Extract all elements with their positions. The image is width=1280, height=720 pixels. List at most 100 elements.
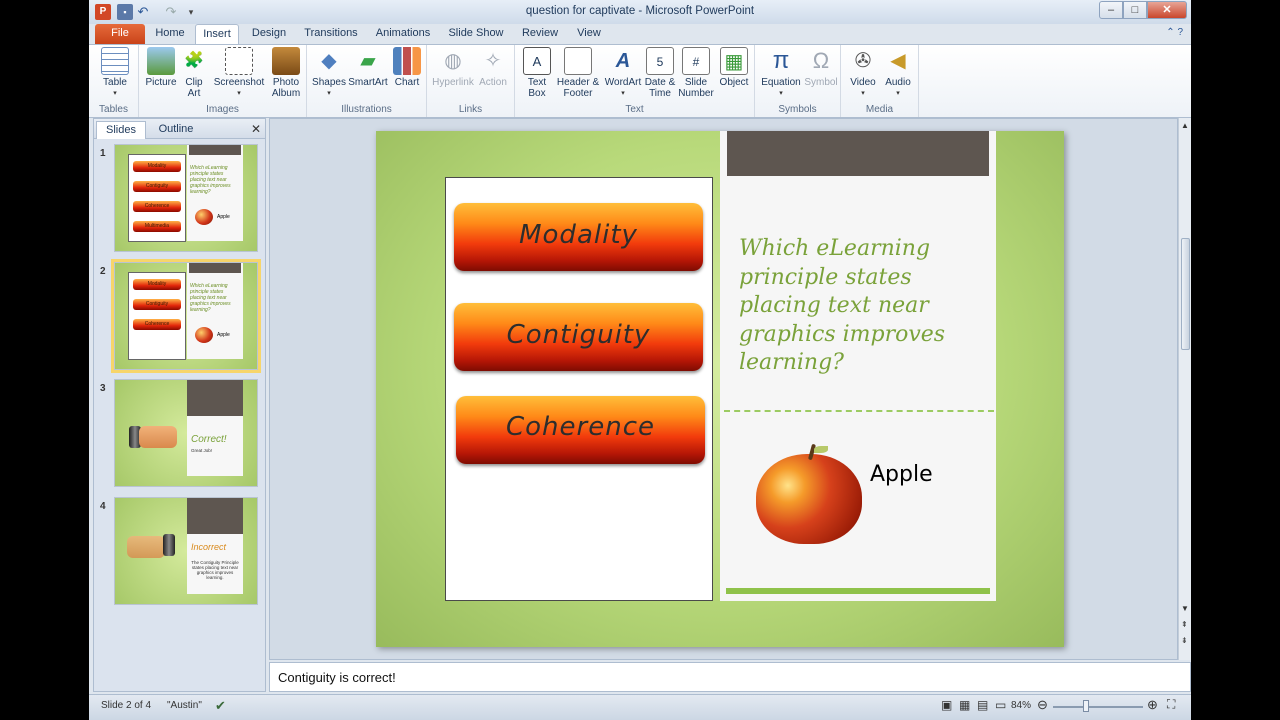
object-button[interactable]: ▦ Object xyxy=(717,47,751,88)
clip-art-button[interactable]: 🧩 Clip Art xyxy=(179,47,209,99)
tab-outline[interactable]: Outline xyxy=(148,121,204,139)
vertical-scrollbar[interactable]: ▲ ▼ ⇞ ⇟ xyxy=(1178,118,1191,660)
pi-icon: π xyxy=(772,47,790,74)
wordart-icon: A xyxy=(615,50,631,72)
screenshot-icon xyxy=(225,47,253,75)
apple-image[interactable] xyxy=(756,443,866,544)
date-time-button[interactable]: 5 Date & Time xyxy=(643,47,677,99)
slide-indicator: Slide 2 of 4 xyxy=(101,700,152,711)
answer-button-coherence[interactable]: Coherence xyxy=(456,396,705,464)
slide-number-icon: # xyxy=(682,47,710,75)
screenshot-button[interactable]: Screenshot ▾ xyxy=(211,47,267,99)
zoom-slider[interactable] xyxy=(1053,706,1143,708)
audio-button[interactable]: ◀ Audio ▾ xyxy=(881,47,915,99)
group-label-symbols: Symbols xyxy=(778,104,817,115)
tab-file[interactable]: File xyxy=(95,24,145,44)
fit-to-window-icon[interactable]: ⛶ xyxy=(1167,697,1175,712)
tab-home[interactable]: Home xyxy=(149,24,191,44)
equation-button[interactable]: π Equation ▾ xyxy=(759,47,803,99)
table-button[interactable]: Table ▾ xyxy=(98,47,132,99)
answer-button-modality[interactable]: Modality xyxy=(454,203,703,271)
shapes-button[interactable]: ◆ Shapes ▾ xyxy=(311,47,347,99)
answer-button-contiguity[interactable]: Contiguity xyxy=(454,303,703,371)
slide-thumbnail-4[interactable]: Incorrect The Contiguity Principle state… xyxy=(114,497,258,605)
wordart-button[interactable]: A WordArt ▾ xyxy=(603,47,643,99)
close-button[interactable]: ✕ xyxy=(1147,1,1187,19)
card-header xyxy=(187,498,243,534)
close-icon[interactable]: ✕ xyxy=(251,122,261,136)
answer-pill: Multimedia xyxy=(133,221,181,232)
tab-view[interactable]: View xyxy=(569,24,609,44)
theme-name: "Austin" xyxy=(167,700,202,711)
tab-review[interactable]: Review xyxy=(517,24,563,44)
slide-thumbnail-2[interactable]: Modality Contiguity Coherence Which eLea… xyxy=(111,259,261,373)
slide-number-button[interactable]: # Slide Number xyxy=(677,47,715,99)
sleeve-cuff xyxy=(163,534,175,556)
previous-slide-icon[interactable]: ⇞ xyxy=(1181,620,1188,629)
notes-pane[interactable]: Contiguity is correct! xyxy=(269,662,1191,692)
photo-album-button[interactable]: Photo Album xyxy=(267,47,305,99)
tab-animations[interactable]: Animations xyxy=(371,24,435,44)
action-icon: ✧ xyxy=(484,50,502,72)
question-card: Which eLearning principle states placing… xyxy=(187,145,243,241)
photo-album-icon xyxy=(272,47,300,75)
scroll-down-icon[interactable]: ▼ xyxy=(1181,604,1189,613)
reading-view-icon[interactable]: ▤ xyxy=(977,698,988,712)
symbol-button[interactable]: Ω Symbol xyxy=(803,47,839,88)
chevron-down-icon: ▾ xyxy=(861,90,865,97)
tab-slide-show[interactable]: Slide Show xyxy=(443,24,509,44)
picture-button[interactable]: Picture xyxy=(143,47,179,88)
zoom-level[interactable]: 84% xyxy=(1011,700,1031,711)
action-button[interactable]: ✧ Action xyxy=(475,47,511,88)
smartart-button[interactable]: ▰ SmartArt xyxy=(347,47,389,88)
table-icon xyxy=(101,47,129,75)
notes-text[interactable]: Contiguity is correct! xyxy=(278,670,396,685)
slide-number: 4 xyxy=(100,501,106,512)
video-label: Video xyxy=(850,77,876,88)
next-slide-icon[interactable]: ⇟ xyxy=(1181,636,1188,645)
text-box-button[interactable]: A Text Box xyxy=(519,47,555,99)
chart-button[interactable]: Chart xyxy=(391,47,423,88)
symbol-label: Symbol xyxy=(804,77,838,88)
question-text[interactable]: Which eLearning principle states placing… xyxy=(739,235,989,378)
shapes-icon: ◆ xyxy=(321,50,337,72)
tab-transitions[interactable]: Transitions xyxy=(297,24,365,44)
help-icon[interactable]: ⌃ ? xyxy=(1166,27,1183,38)
clip-art-icon: 🧩 xyxy=(184,52,204,69)
spell-check-icon[interactable]: ✔ xyxy=(215,698,226,714)
apple-label: Apple xyxy=(217,332,230,338)
omega-icon: Ω xyxy=(812,48,830,73)
tab-design[interactable]: Design xyxy=(245,24,293,44)
tab-slides[interactable]: Slides xyxy=(96,121,146,139)
header-footer-button[interactable]: Header & Footer xyxy=(555,47,601,99)
current-slide[interactable]: Modality Contiguity Coherence Which eLea… xyxy=(376,131,1064,647)
slide-thumbnail-1[interactable]: Modality Contiguity Coherence Multimedia… xyxy=(114,144,258,252)
header-footer-label: Header & Footer xyxy=(556,77,600,99)
slide-thumbnail-3[interactable]: Correct! Great Job! xyxy=(114,379,258,487)
tab-insert[interactable]: Insert xyxy=(195,24,239,44)
zoom-out-icon[interactable]: ⊖ xyxy=(1037,697,1048,713)
film-reel-icon: ✇ xyxy=(854,50,872,72)
ribbon-insert: Table ▾ Tables Picture 🧩 Clip Art Screen… xyxy=(89,44,1191,118)
smartart-icon: ▰ xyxy=(360,50,376,72)
maximize-button[interactable]: □ xyxy=(1123,1,1147,19)
zoom-in-icon[interactable]: ⊕ xyxy=(1147,697,1158,713)
scroll-up-icon[interactable]: ▲ xyxy=(1181,121,1189,130)
chart-icon xyxy=(393,47,421,75)
chevron-down-icon: ▾ xyxy=(237,90,241,97)
equation-label: Equation xyxy=(761,77,801,88)
slide-sorter-icon[interactable]: ▦ xyxy=(959,698,970,712)
card-header xyxy=(189,263,241,273)
powerpoint-window: P ▪ ↶ ↷ ▾ question for captivate - Micro… xyxy=(89,0,1191,720)
minimize-button[interactable]: – xyxy=(1099,1,1123,19)
calendar-icon: 5 xyxy=(646,47,674,75)
scroll-thumb[interactable] xyxy=(1181,238,1190,350)
slideshow-icon[interactable]: ▭ xyxy=(995,698,1006,712)
table-label: Table xyxy=(103,77,127,88)
apple-label[interactable]: Apple xyxy=(870,462,933,487)
normal-view-icon[interactable]: ▣ xyxy=(941,698,952,712)
video-button[interactable]: ✇ Video ▾ xyxy=(845,47,881,99)
hyperlink-button[interactable]: ◍ Hyperlink xyxy=(431,47,475,88)
text-box-label: Text Box xyxy=(527,77,547,99)
zoom-slider-thumb[interactable] xyxy=(1083,700,1089,712)
